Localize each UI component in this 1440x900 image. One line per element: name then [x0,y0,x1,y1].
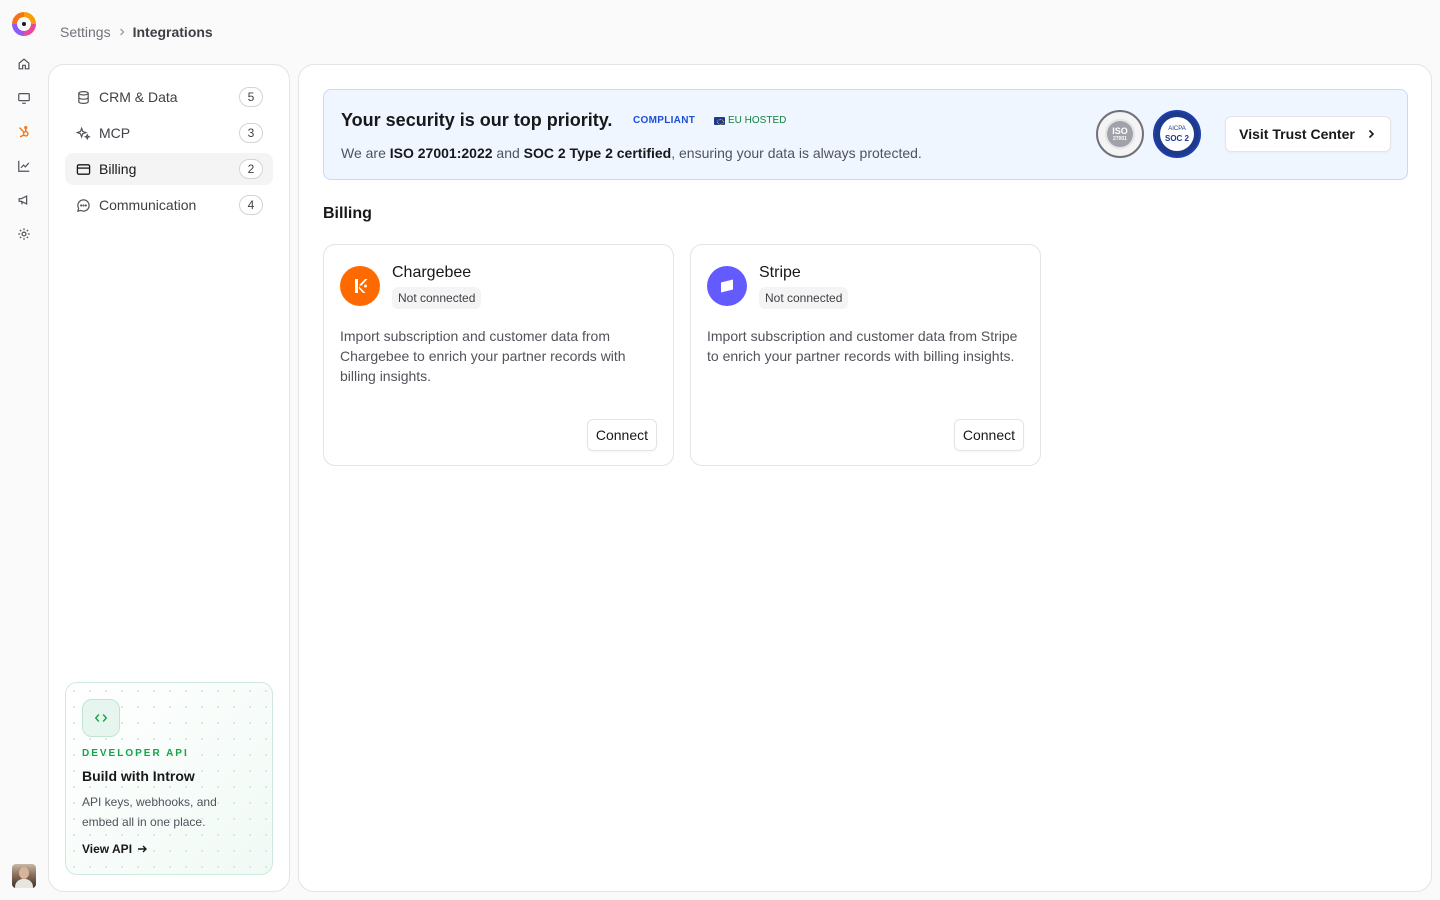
sidebar-item-label: MCP [99,125,131,141]
count-badge: 4 [239,195,263,215]
hubspot-icon[interactable] [14,122,34,142]
status-badge: Not connected [759,287,849,309]
security-banner: Your security is our top priority. COMPL… [323,89,1408,180]
credit-card-icon [75,161,91,177]
developer-api-title: Build with Introw [82,768,195,784]
main-panel: Your security is our top priority. COMPL… [298,64,1432,892]
section-title: Billing [323,205,372,222]
iso-27001-seal-icon: ISO 27001 [1096,110,1144,158]
integration-categories-panel: CRM & Data 5 MCP 3 Billing 2 Communicati… [48,64,290,892]
connect-button[interactable]: Connect [586,419,657,451]
status-badge: Not connected [392,287,482,309]
chargebee-logo-icon [340,266,380,306]
count-badge: 5 [239,87,263,107]
code-icon [82,699,120,737]
eu-flag-icon [714,116,725,125]
connect-button[interactable]: Connect [953,419,1024,451]
database-icon [75,89,91,105]
view-api-label: View API [82,842,133,856]
compliant-badge: COMPLIANT [633,115,696,126]
chevron-right-icon [117,27,127,37]
banner-description: We are ISO 27001:2022 and SOC 2 Type 2 c… [341,145,922,161]
stripe-logo-icon [707,266,747,306]
banner-title: Your security is our top priority. [341,110,613,130]
megaphone-icon[interactable] [14,190,34,210]
sidebar-item-label: CRM & Data [99,89,178,105]
iso-certification: ISO 27001:2022 [389,145,493,161]
monitor-icon[interactable] [14,88,34,108]
app-logo[interactable] [12,12,36,36]
breadcrumb-settings[interactable]: Settings [60,24,111,40]
chart-icon[interactable] [14,156,34,176]
count-badge: 3 [239,123,263,143]
view-api-link[interactable]: View API [82,842,148,856]
sidebar-item-billing[interactable]: Billing 2 [65,153,273,185]
count-badge: 2 [239,159,263,179]
integration-name: Stripe [759,264,801,281]
trust-button-label: Visit Trust Center [1239,126,1355,142]
integration-name: Chargebee [392,264,472,281]
integration-card-chargebee: Chargebee Not connected Import subscript… [323,244,674,466]
avatar[interactable] [12,864,36,888]
breadcrumb-current: Integrations [132,24,213,40]
visit-trust-center-button[interactable]: Visit Trust Center [1225,116,1391,152]
soc-certification: SOC 2 Type 2 certified [523,145,672,161]
app-rail [0,0,48,900]
sidebar-item-label: Communication [99,197,197,213]
sidebar-item-communication[interactable]: Communication 4 [65,189,273,221]
breadcrumb: Settings Integrations [60,23,213,41]
gear-icon[interactable] [14,224,34,244]
developer-api-kicker: DEVELOPER API [82,748,189,759]
sidebar-item-crm-data[interactable]: CRM & Data 5 [65,81,273,113]
developer-api-description: API keys, webhooks, and embed all in one… [82,795,217,829]
eu-hosted-badge: EU HOSTED [714,115,786,126]
arrow-right-icon [138,845,148,853]
eu-hosted-label: EU HOSTED [728,115,787,126]
chevron-right-icon [1368,129,1374,139]
message-icon [75,197,91,213]
integration-description: Import subscription and customer data fr… [340,328,626,384]
home-icon[interactable] [14,54,34,74]
developer-api-card: DEVELOPER API Build with Introw API keys… [65,682,273,875]
sidebar-item-label: Billing [99,161,137,177]
soc2-seal-icon: AICPA SOC 2 [1153,110,1201,158]
integration-card-stripe: Stripe Not connected Import subscription… [690,244,1041,466]
sidebar-item-mcp[interactable]: MCP 3 [65,117,273,149]
sparkles-icon [75,125,91,141]
integration-description: Import subscription and customer data fr… [707,328,1018,364]
